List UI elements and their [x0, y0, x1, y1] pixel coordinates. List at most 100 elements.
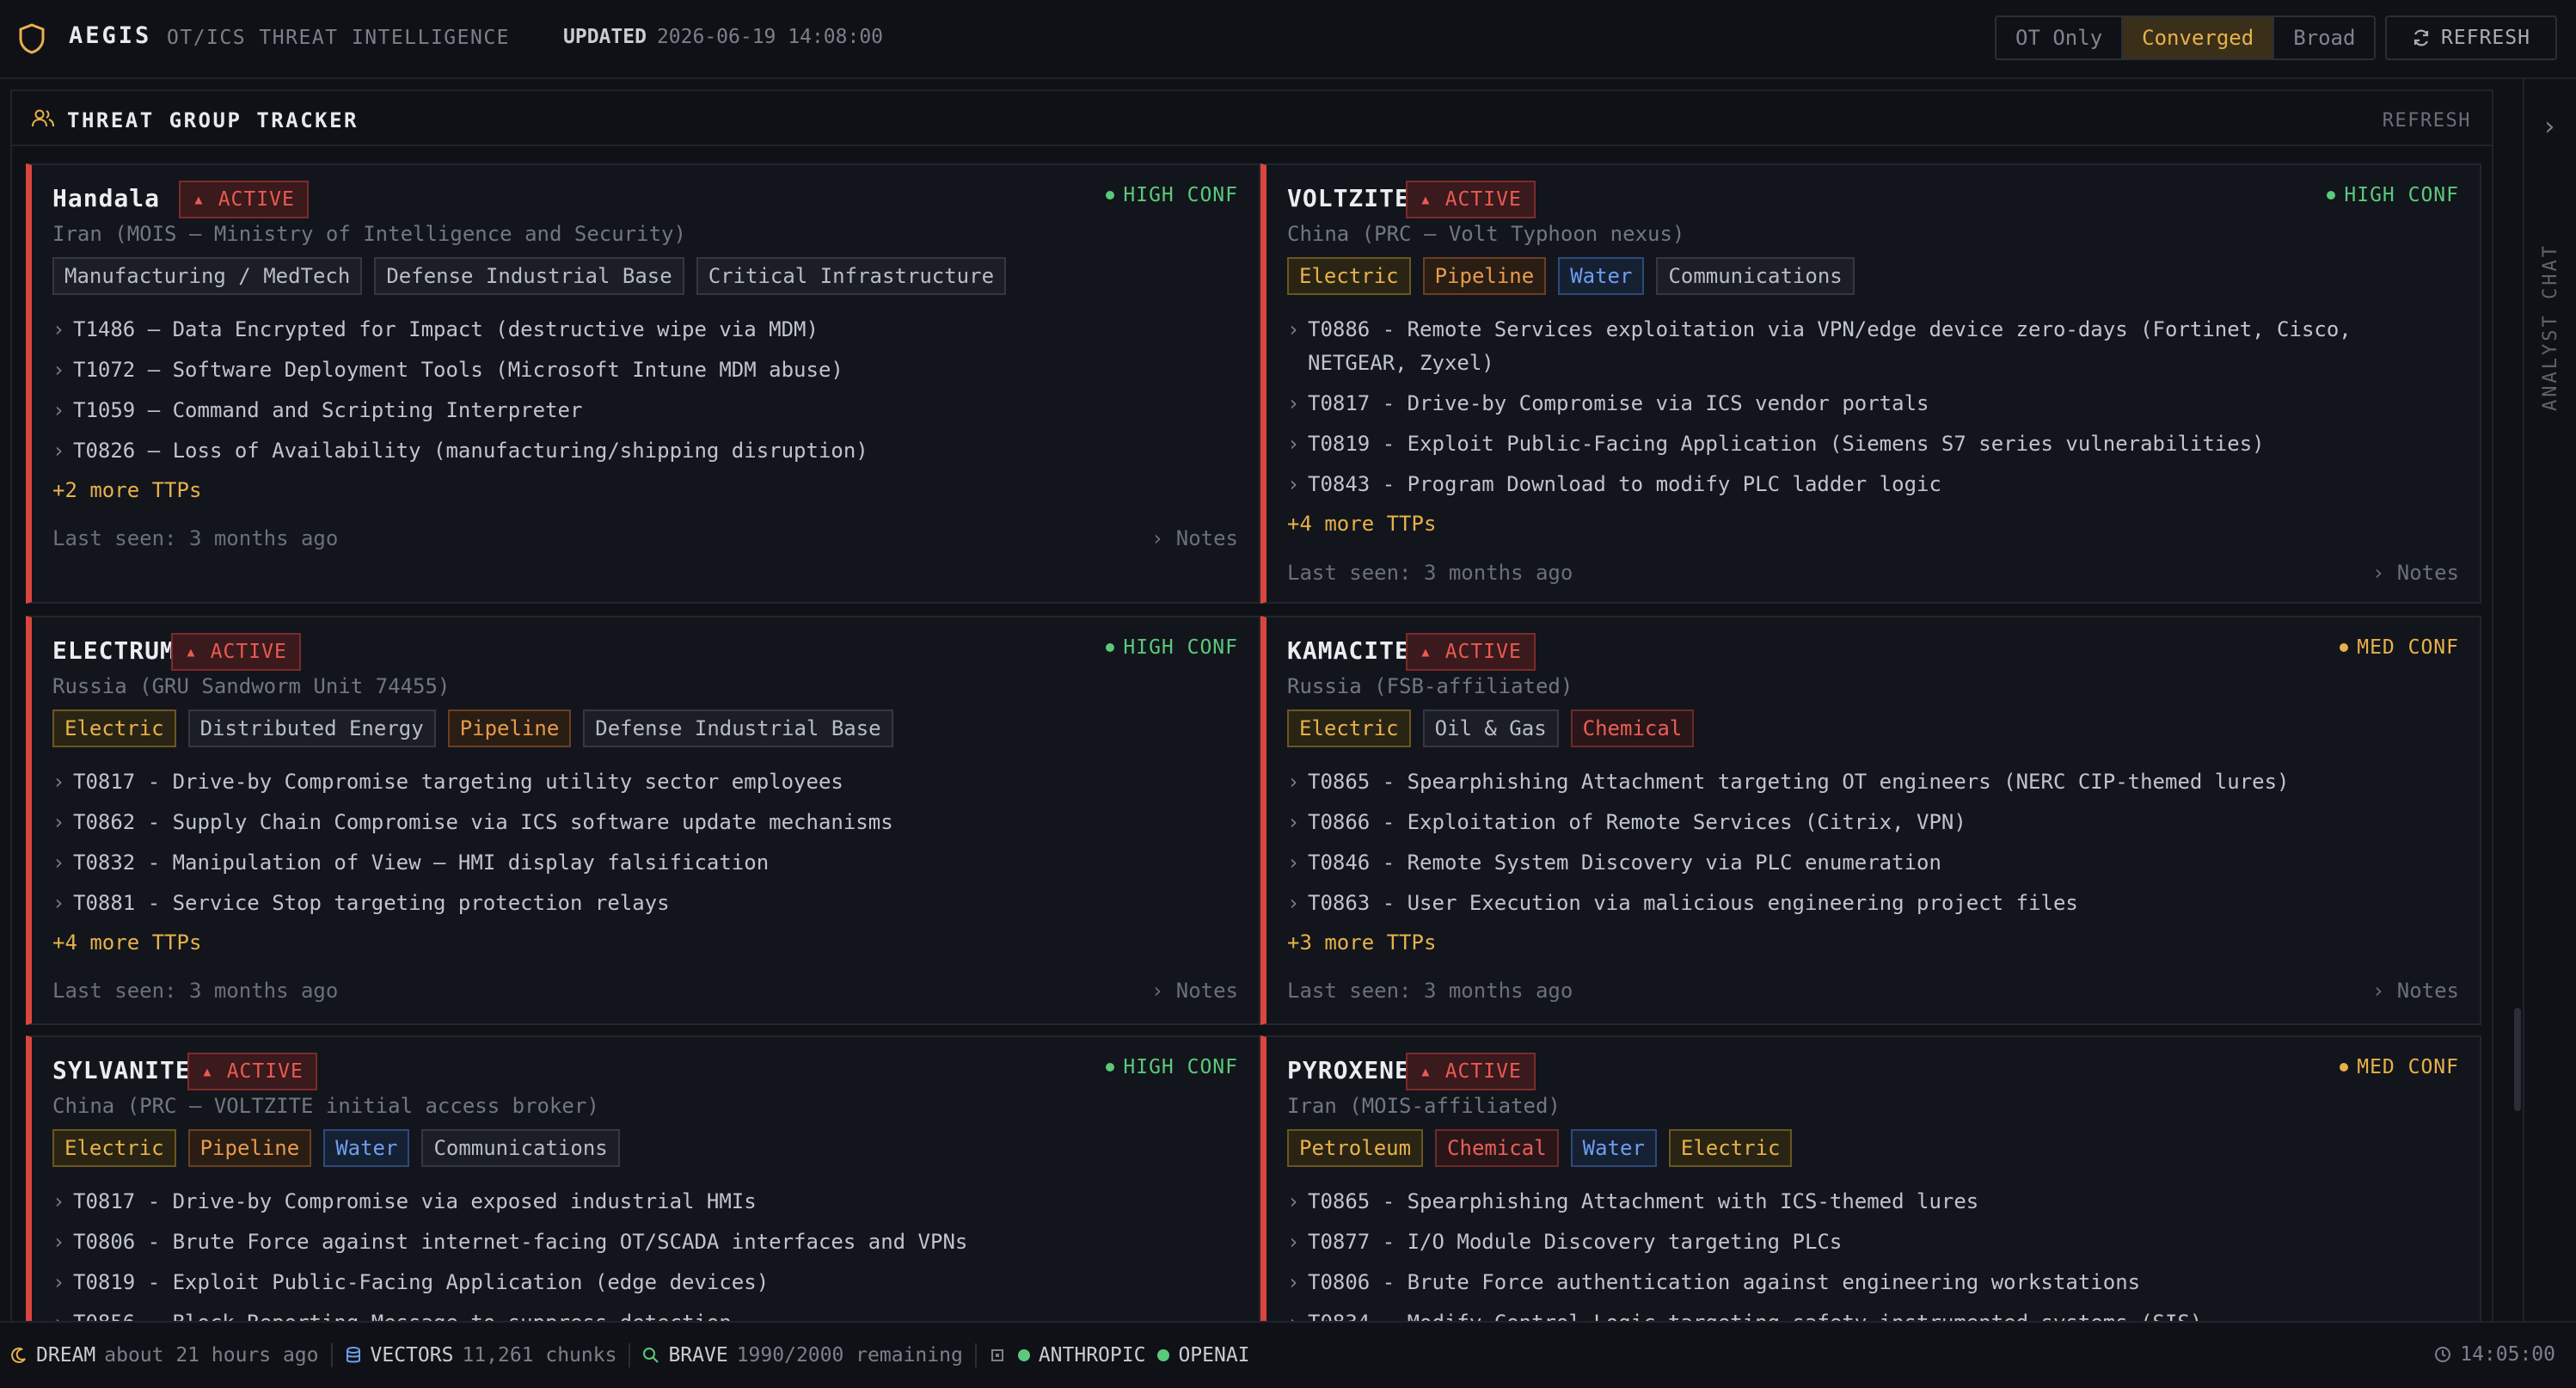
analyst-chat-rail[interactable]: › ANALYST CHAT — [2523, 79, 2576, 1321]
threat-card-electrum[interactable]: ELECTRUM ▴ ACTIVE HIGH CONF Russia (GRU … — [26, 616, 1260, 1025]
ttp-item[interactable]: T0846 - Remote System Discovery via PLC … — [1287, 846, 2459, 880]
ttp-item[interactable]: T0866 - Exploitation of Remote Services … — [1287, 806, 2459, 839]
ttp-list: T0817 - Drive-by Compromise via exposed … — [52, 1185, 1238, 1323]
confidence-badge: MED CONF — [2340, 1056, 2459, 1078]
group-name: SYLVANITE — [52, 1056, 191, 1084]
sector-tag-electric: Electric — [1668, 1129, 1793, 1167]
panel-header: THREAT GROUP TRACKER REFRESH — [12, 91, 2492, 146]
ttp-item[interactable]: T0806 - Brute Force against internet-fac… — [52, 1225, 1238, 1259]
notes-toggle[interactable]: › Notes — [2372, 979, 2459, 1003]
ttp-item[interactable]: T1486 — Data Encrypted for Impact (destr… — [52, 313, 1238, 347]
sector-tag: Distributed Energy — [187, 709, 436, 747]
notes-toggle[interactable]: › Notes — [1151, 979, 1238, 1003]
ttp-item[interactable]: T0817 - Drive-by Compromise targeting ut… — [52, 765, 1238, 799]
mode-converged[interactable]: Converged — [2123, 17, 2275, 58]
sector-tag-oil-gas: Oil & Gas — [1422, 709, 1559, 747]
refresh-button[interactable]: REFRESH — [2385, 15, 2557, 60]
sector-tag-water: Water — [1558, 257, 1645, 295]
sector-tags: Manufacturing / MedTech Defense Industri… — [52, 257, 1007, 295]
search-icon — [643, 1348, 659, 1363]
ttp-item[interactable]: T0826 — Loss of Availability (manufactur… — [52, 434, 1238, 468]
ttp-item[interactable]: T0863 - User Execution via malicious eng… — [1287, 887, 2459, 920]
ttp-item[interactable]: T0817 - Drive-by Compromise via ICS vend… — [1287, 387, 2459, 421]
sector-tag-electric: Electric — [1287, 709, 1411, 747]
threat-card-kamacite[interactable]: KAMACITE ▴ ACTIVE MED CONF Russia (FSB-a… — [1260, 616, 2481, 1025]
ttp-item[interactable]: T1072 — Software Deployment Tools (Micro… — [52, 353, 1238, 387]
mode-ot-only[interactable]: OT Only — [1996, 17, 2124, 58]
status-openai: OPENAI — [1157, 1344, 1250, 1367]
confidence-dot-icon — [2340, 643, 2349, 652]
threat-card-handala[interactable]: Handala ▴ ACTIVE HIGH CONF Iran (MOIS — … — [26, 163, 1260, 604]
sector-tag-water: Water — [323, 1129, 410, 1167]
confidence-dot-icon — [1106, 191, 1115, 200]
more-ttps-link[interactable]: +4 more TTPs — [1287, 508, 2459, 539]
moon-icon — [11, 1348, 26, 1363]
confidence-badge: HIGH CONF — [1106, 636, 1238, 659]
ttp-item[interactable]: T0832 - Manipulation of View — HMI displ… — [52, 846, 1238, 880]
ttp-item[interactable]: T0843 - Program Download to modify PLC l… — [1287, 468, 2459, 501]
status-badge: ▴ ACTIVE — [1406, 181, 1536, 218]
panel-refresh-button[interactable]: REFRESH — [2383, 110, 2471, 132]
last-seen: Last seen: 3 months ago — [52, 979, 339, 1003]
ttp-item[interactable]: T1059 — Command and Scripting Interprete… — [52, 394, 1238, 427]
ttp-list: T0865 - Spearphishing Attachment with IC… — [1287, 1185, 2459, 1323]
threat-card-voltzite[interactable]: VOLTZITE ▴ ACTIVE HIGH CONF China (PRC —… — [1260, 163, 2481, 604]
ttp-list: T0865 - Spearphishing Attachment targeti… — [1287, 765, 2459, 958]
status-cpu — [989, 1347, 1006, 1364]
notes-toggle[interactable]: › Notes — [1151, 526, 1238, 550]
ttp-item[interactable]: T0865 - Spearphishing Attachment targeti… — [1287, 765, 2459, 799]
sector-tags: Petroleum Chemical Water Electric — [1287, 1129, 1793, 1167]
ttp-item[interactable]: T0865 - Spearphishing Attachment with IC… — [1287, 1185, 2459, 1219]
sector-tags: Electric Oil & Gas Chemical — [1287, 709, 1695, 747]
threat-card-sylvanite[interactable]: SYLVANITE ▴ ACTIVE HIGH CONF China (PRC … — [26, 1035, 1260, 1323]
status-badge: ▴ ACTIVE — [179, 181, 309, 218]
confidence-badge: HIGH CONF — [2327, 184, 2459, 206]
sector-tags: Electric Distributed Energy Pipeline Def… — [52, 709, 893, 747]
app-header: AEGIS OT/ICS THREAT INTELLIGENCE UPDATED… — [0, 0, 2576, 79]
ttp-item[interactable]: T0806 - Brute Force authentication again… — [1287, 1266, 2459, 1299]
more-ttps-link[interactable]: +2 more TTPs — [52, 475, 1238, 506]
ttp-item[interactable]: T0881 - Service Stop targeting protectio… — [52, 887, 1238, 920]
threat-card-pyroxene[interactable]: PYROXENE ▴ ACTIVE MED CONF Iran (MOIS-af… — [1260, 1035, 2481, 1323]
more-ttps-link[interactable]: +4 more TTPs — [52, 927, 1238, 958]
more-ttps-link[interactable]: +3 more TTPs — [1287, 927, 2459, 958]
ttp-item[interactable]: T0886 - Remote Services exploitation via… — [1287, 313, 2459, 380]
updated-label: UPDATED — [563, 26, 647, 48]
confidence-badge: HIGH CONF — [1106, 184, 1238, 206]
status-clock: 14:05:00 — [2434, 1343, 2555, 1366]
sector-tag-chemical: Chemical — [1570, 709, 1695, 747]
last-seen: Last seen: 3 months ago — [52, 526, 339, 550]
panel-scrollbar[interactable] — [2514, 1008, 2521, 1111]
updated-timestamp: UPDATED 2026-06-19 14:08:00 — [563, 26, 883, 48]
updated-value: 2026-06-19 14:08:00 — [656, 26, 884, 48]
sector-tag: Defense Industrial Base — [583, 709, 893, 747]
online-dot-icon — [1017, 1349, 1030, 1361]
status-bar: DREAM about 21 hours ago VECTORS 11,261 … — [0, 1321, 2576, 1388]
ttp-item[interactable]: T0862 - Supply Chain Compromise via ICS … — [52, 806, 1238, 839]
status-anthropic: ANTHROPIC — [1017, 1344, 1145, 1367]
chevron-right-icon[interactable]: › — [2542, 112, 2557, 142]
database-icon — [346, 1347, 360, 1363]
sector-tag-chemical: Chemical — [1435, 1129, 1559, 1167]
group-name: ELECTRUM — [52, 636, 175, 665]
last-seen: Last seen: 3 months ago — [1287, 561, 1573, 585]
mode-broad[interactable]: Broad — [2274, 17, 2374, 58]
ttp-item[interactable]: T0819 - Exploit Public-Facing Applicatio… — [52, 1266, 1238, 1299]
vectors-label: VECTORS — [370, 1344, 454, 1367]
status-brave: BRAVE 1990/2000 remaining — [642, 1344, 963, 1367]
sector-tag-pipeline: Pipeline — [187, 1129, 312, 1167]
confidence-dot-icon — [1106, 643, 1115, 652]
ttp-item[interactable]: T0877 - I/O Module Discovery targeting P… — [1287, 1225, 2459, 1259]
users-icon — [32, 109, 54, 127]
attribution: Iran (MOIS-affiliated) — [1287, 1094, 1561, 1118]
refresh-label: REFRESH — [2441, 27, 2530, 49]
ttp-item[interactable]: T0817 - Drive-by Compromise via exposed … — [52, 1185, 1238, 1219]
sector-tag-water: Water — [1570, 1129, 1657, 1167]
divider — [330, 1343, 333, 1367]
vectors-value: 11,261 chunks — [462, 1344, 617, 1367]
notes-toggle[interactable]: › Notes — [2372, 561, 2459, 585]
scope-toggle: OT Only Converged Broad — [1995, 15, 2377, 60]
sector-tag-communications: Communications — [421, 1129, 620, 1167]
online-dot-icon — [1157, 1349, 1170, 1361]
ttp-item[interactable]: T0819 - Exploit Public-Facing Applicatio… — [1287, 427, 2459, 461]
